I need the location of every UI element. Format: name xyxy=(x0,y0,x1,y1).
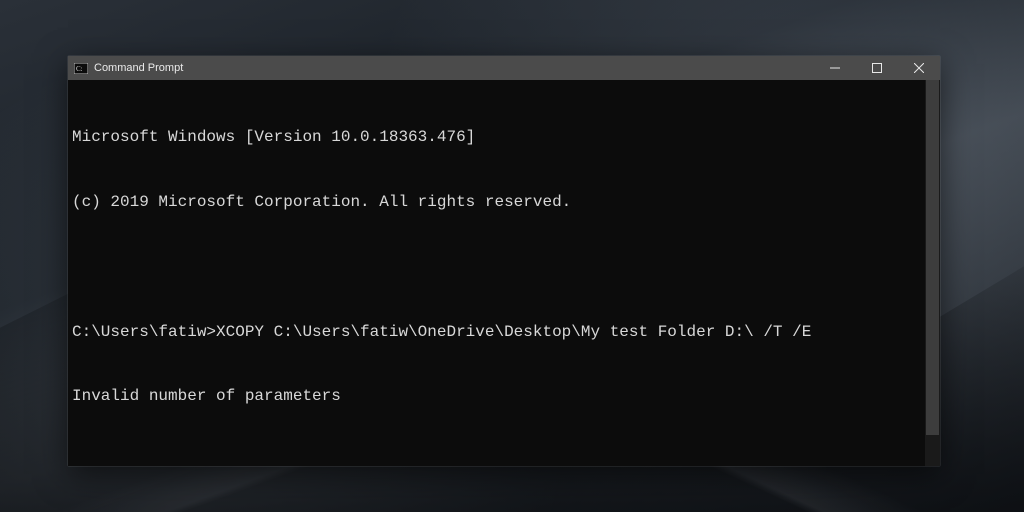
scrollbar-thumb[interactable] xyxy=(926,80,939,435)
close-button[interactable] xyxy=(898,56,940,80)
titlebar[interactable]: C: Command Prompt xyxy=(68,56,940,80)
cmd-icon: C: xyxy=(74,62,88,74)
vertical-scrollbar[interactable] xyxy=(925,80,940,466)
console-line: Invalid number of parameters xyxy=(72,386,932,408)
maximize-button[interactable] xyxy=(856,56,898,80)
minimize-button[interactable] xyxy=(814,56,856,80)
console-line: Microsoft Windows [Version 10.0.18363.47… xyxy=(72,127,932,149)
command-prompt-window: C: Command Prompt Microsoft Windows [Ver… xyxy=(68,56,940,466)
console-line xyxy=(72,451,932,466)
window-title: Command Prompt xyxy=(94,62,183,74)
console-output[interactable]: Microsoft Windows [Version 10.0.18363.47… xyxy=(68,80,940,466)
desktop-background: C: Command Prompt Microsoft Windows [Ver… xyxy=(0,0,1024,512)
console-line: C:\Users\fatiw>XCOPY C:\Users\fatiw\OneD… xyxy=(72,322,932,344)
console-line: (c) 2019 Microsoft Corporation. All righ… xyxy=(72,192,932,214)
svg-text:C:: C: xyxy=(76,65,83,73)
console-line xyxy=(72,257,932,279)
